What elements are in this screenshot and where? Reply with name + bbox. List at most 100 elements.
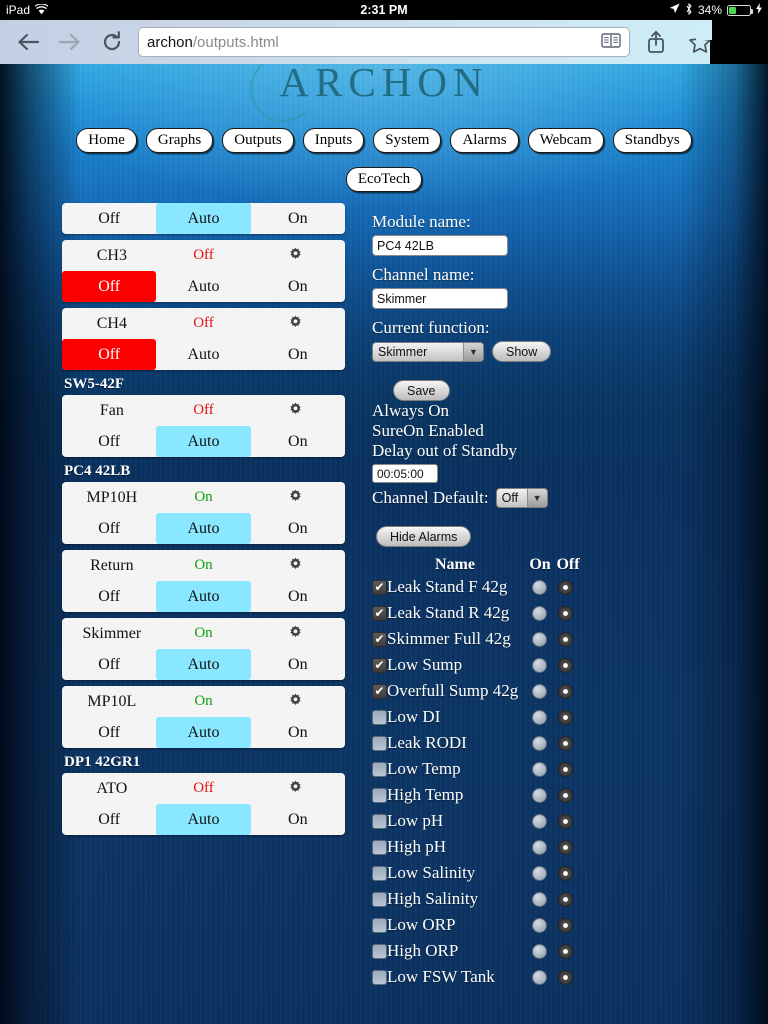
reload-icon[interactable]: [92, 24, 132, 60]
channel-default-select[interactable]: Off ▼: [495, 488, 548, 509]
share-icon[interactable]: [636, 24, 676, 60]
channel-mode-on-button[interactable]: On: [251, 649, 345, 680]
delay-out-of-standby-input[interactable]: 00:05:00: [372, 464, 438, 484]
alarm-off-radio[interactable]: [557, 579, 573, 595]
gear-icon[interactable]: [249, 693, 341, 711]
alarm-enable-checkbox[interactable]: [372, 943, 387, 959]
alarm-enable-checkbox[interactable]: [372, 735, 387, 751]
forward-arrow-icon[interactable]: [50, 24, 90, 60]
chevron-down-icon[interactable]: ▼: [526, 489, 547, 508]
alarm-on-radio[interactable]: [531, 787, 547, 803]
channel-mode-off-button[interactable]: Off: [62, 271, 157, 302]
alarm-on-radio[interactable]: [531, 657, 547, 673]
channel-mode-off-button[interactable]: Off: [62, 339, 157, 370]
nav-item-home[interactable]: Home: [76, 128, 137, 153]
chevron-down-icon[interactable]: ▼: [463, 342, 483, 361]
alarm-enable-checkbox[interactable]: [372, 917, 387, 933]
gear-icon[interactable]: [249, 557, 341, 575]
channel-mode-off-button[interactable]: Off: [62, 804, 156, 835]
channel-mode-auto-button[interactable]: Auto: [156, 649, 251, 680]
alarm-on-radio[interactable]: [531, 683, 547, 699]
nav-item-outputs[interactable]: Outputs: [222, 128, 294, 153]
channel-mode-auto-button[interactable]: Auto: [156, 426, 251, 457]
alarm-off-radio[interactable]: [557, 735, 573, 751]
channel-mode-on-button[interactable]: On: [251, 804, 345, 835]
channel-mode-on-button[interactable]: On: [251, 203, 345, 234]
gear-icon[interactable]: [249, 780, 341, 798]
alarm-on-radio[interactable]: [531, 943, 547, 959]
channel-mode-off-button[interactable]: Off: [62, 717, 156, 748]
nav-item-inputs[interactable]: Inputs: [302, 128, 365, 153]
alarm-off-radio[interactable]: [557, 839, 573, 855]
channel-mode-auto-button[interactable]: Auto: [156, 513, 251, 544]
alarm-enable-checkbox[interactable]: ✔: [372, 579, 387, 595]
channel-mode-off-button[interactable]: Off: [62, 513, 156, 544]
alarm-on-radio[interactable]: [531, 579, 547, 595]
alarm-off-radio[interactable]: [557, 657, 573, 673]
channel-mode-auto-button[interactable]: Auto: [156, 203, 251, 234]
alarm-off-radio[interactable]: [557, 943, 573, 959]
back-arrow-icon[interactable]: [8, 24, 48, 60]
alarm-enable-checkbox[interactable]: ✔: [372, 631, 387, 647]
alarm-on-radio[interactable]: [531, 891, 547, 907]
alarm-on-radio[interactable]: [531, 735, 547, 751]
gear-icon[interactable]: [249, 315, 341, 333]
gear-icon[interactable]: [249, 489, 341, 507]
alarm-off-radio[interactable]: [557, 969, 573, 985]
gear-icon[interactable]: [249, 402, 341, 420]
module-name-input[interactable]: PC4 42LB: [372, 235, 508, 256]
alarm-enable-checkbox[interactable]: [372, 709, 387, 725]
alarm-enable-checkbox[interactable]: [372, 787, 387, 803]
gear-icon[interactable]: [249, 625, 341, 643]
current-function-select[interactable]: Skimmer ▼: [372, 341, 484, 362]
alarm-off-radio[interactable]: [557, 787, 573, 803]
alarm-on-radio[interactable]: [531, 761, 547, 777]
alarm-on-radio[interactable]: [531, 813, 547, 829]
channel-mode-auto-button[interactable]: Auto: [156, 271, 250, 302]
alarm-off-radio[interactable]: [557, 605, 573, 621]
alarm-on-radio[interactable]: [531, 969, 547, 985]
channel-mode-on-button[interactable]: On: [251, 339, 345, 370]
alarm-on-radio[interactable]: [531, 605, 547, 621]
channel-mode-on-button[interactable]: On: [251, 581, 345, 612]
alarm-on-radio[interactable]: [531, 917, 547, 933]
channel-mode-off-button[interactable]: Off: [62, 426, 156, 457]
nav-item-alarms[interactable]: Alarms: [450, 128, 519, 153]
alarm-enable-checkbox[interactable]: [372, 813, 387, 829]
channel-mode-on-button[interactable]: On: [251, 717, 345, 748]
channel-mode-auto-button[interactable]: Auto: [156, 581, 251, 612]
alarm-enable-checkbox[interactable]: [372, 839, 387, 855]
alarm-off-radio[interactable]: [557, 865, 573, 881]
channel-mode-off-button[interactable]: Off: [62, 203, 156, 234]
alarm-off-radio[interactable]: [557, 761, 573, 777]
alarm-enable-checkbox[interactable]: ✔: [372, 605, 387, 621]
alarm-off-radio[interactable]: [557, 709, 573, 725]
alarm-off-radio[interactable]: [557, 683, 573, 699]
alarm-off-radio[interactable]: [557, 917, 573, 933]
channel-mode-off-button[interactable]: Off: [62, 581, 156, 612]
alarm-off-radio[interactable]: [557, 813, 573, 829]
channel-mode-off-button[interactable]: Off: [62, 649, 156, 680]
address-bar[interactable]: archon/outputs.html: [138, 27, 630, 57]
alarm-on-radio[interactable]: [531, 709, 547, 725]
channel-mode-auto-button[interactable]: Auto: [156, 339, 250, 370]
alarm-on-radio[interactable]: [531, 631, 547, 647]
nav-item-webcam[interactable]: Webcam: [527, 128, 604, 153]
alarm-off-radio[interactable]: [557, 891, 573, 907]
alarm-enable-checkbox[interactable]: [372, 761, 387, 777]
alarm-off-radio[interactable]: [557, 631, 573, 647]
channel-mode-auto-button[interactable]: Auto: [156, 717, 251, 748]
nav-item-standbys[interactable]: Standbys: [612, 128, 692, 153]
nav-item-ecotech[interactable]: EcoTech: [345, 167, 423, 192]
alarm-on-radio[interactable]: [531, 839, 547, 855]
channel-mode-on-button[interactable]: On: [251, 426, 345, 457]
reader-view-icon[interactable]: [601, 32, 621, 52]
save-button[interactable]: Save: [393, 380, 450, 401]
show-button[interactable]: Show: [492, 341, 552, 362]
nav-item-graphs[interactable]: Graphs: [145, 128, 214, 153]
alarm-enable-checkbox[interactable]: [372, 891, 387, 907]
channel-mode-on-button[interactable]: On: [251, 513, 345, 544]
alarm-on-radio[interactable]: [531, 865, 547, 881]
channel-mode-auto-button[interactable]: Auto: [156, 804, 251, 835]
hide-alarms-button[interactable]: Hide Alarms: [376, 526, 472, 548]
